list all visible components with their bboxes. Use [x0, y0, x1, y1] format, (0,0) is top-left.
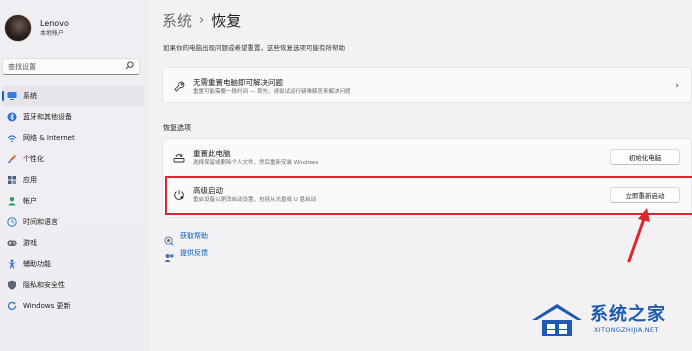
section-title-recovery-options: 恢复选项: [163, 124, 191, 132]
sidebar-item-time-language[interactable]: 时间和语言: [2, 212, 144, 232]
sidebar-item-accessibility[interactable]: 辅助功能: [2, 254, 144, 274]
annotation-arrow: [627, 208, 650, 263]
profile[interactable]: Lenovo 本地帐户: [4, 14, 69, 42]
person-icon: [7, 196, 17, 206]
globe-clock-icon: [7, 217, 17, 227]
sidebar-item-label: 蓝牙和其他设备: [23, 113, 72, 121]
update-icon: [7, 301, 17, 311]
troubleshoot-card[interactable]: 无需重置电脑即可解决问题 重置可能需要一段时间 — 首先，请尝试运行疑难解答来解…: [162, 67, 692, 103]
advanced-startup-title: 高级启动: [193, 186, 223, 195]
sidebar-item-personalization[interactable]: 个性化: [2, 149, 144, 169]
watermark: 系统之家 XITONGZHIJIA.NET: [528, 296, 692, 351]
reset-pc-icon: [173, 152, 185, 164]
profile-name: Lenovo: [40, 19, 69, 28]
watermark-url: XITONGZHIJIA.NET: [594, 326, 659, 334]
recovery-options-card: 重置此电脑 选择保留或删除个人文件，然后重新安装 Windows 初始化电脑 高…: [162, 138, 692, 218]
breadcrumb-parent[interactable]: 系统: [162, 10, 192, 31]
sidebar-item-gaming[interactable]: 游戏: [2, 233, 144, 253]
wrench-icon: [173, 81, 185, 93]
bluetooth-icon: [7, 112, 17, 122]
help-icon: [164, 231, 174, 245]
reset-pc-subtitle: 选择保留或删除个人文件，然后重新安装 Windows: [193, 159, 319, 166]
brush-icon: [7, 154, 17, 164]
advanced-startup-row: 高级启动 重启设备以更改启动设置，包括从光盘或 U 盘启动 立即重新启动: [163, 176, 691, 213]
sidebar-item-label: 游戏: [23, 239, 37, 247]
restart-now-button[interactable]: 立即重新启动: [610, 187, 680, 203]
watermark-logo-icon: [532, 304, 582, 336]
nav-list: 系统 蓝牙和其他设备 网络 & Internet 个性化 应用 帐户 时间和语言…: [2, 86, 144, 317]
sidebar-item-label: 应用: [23, 176, 37, 184]
sidebar-item-label: 隐私和安全性: [23, 281, 65, 289]
monitor-icon: [7, 91, 17, 101]
chevron-right-icon: ›: [675, 81, 679, 91]
reset-pc-text: 重置此电脑 选择保留或删除个人文件，然后重新安装 Windows: [193, 149, 318, 167]
advanced-startup-icon: [173, 189, 185, 201]
search-icon[interactable]: [125, 61, 134, 72]
reset-pc-title: 重置此电脑: [193, 148, 231, 158]
advanced-startup-text: 高级启动 重启设备以更改启动设置，包括从光盘或 U 盘启动: [193, 186, 316, 204]
troubleshoot-title: 无需重置电脑即可解决问题: [193, 77, 283, 87]
troubleshoot-text: 无需重置电脑即可解决问题 重置可能需要一段时间 — 首先，请尝试运行疑难解答来解…: [193, 78, 351, 96]
profile-account-type: 本地帐户: [40, 30, 65, 37]
sidebar-item-privacy[interactable]: 隐私和安全性: [2, 275, 144, 295]
sidebar-item-accounts[interactable]: 帐户: [2, 191, 144, 211]
search-placeholder: 查找设置: [8, 62, 36, 71]
sidebar-item-windows-update[interactable]: Windows 更新: [2, 296, 144, 316]
watermark-title: 系统之家: [590, 304, 666, 325]
avatar[interactable]: [4, 14, 32, 42]
accessibility-icon: [7, 259, 17, 269]
apps-icon: [7, 175, 17, 185]
troubleshoot-row[interactable]: 无需重置电脑即可解决问题 重置可能需要一段时间 — 首先，请尝试运行疑难解答来解…: [163, 68, 691, 105]
sidebar-item-label: 网络 & Internet: [23, 134, 75, 142]
get-help-label[interactable]: 获取帮助: [180, 231, 208, 241]
search-input[interactable]: 查找设置: [2, 58, 140, 75]
page-title: 恢复: [211, 12, 242, 30]
page-description: 如果你的电脑出现问题或希望重置，这些恢复选项可能有所帮助: [163, 44, 345, 52]
gamepad-icon: [7, 238, 17, 248]
sidebar: Lenovo 本地帐户 查找设置 系统 蓝牙和其他设备 网络 & Interne…: [0, 0, 150, 351]
sidebar-item-bluetooth[interactable]: 蓝牙和其他设备: [2, 107, 144, 127]
troubleshoot-subtitle: 重置可能需要一段时间 — 首先，请尝试运行疑难解答来解决问题: [193, 88, 351, 95]
feedback-link[interactable]: 提供反馈: [164, 244, 208, 262]
feedback-label[interactable]: 提供反馈: [180, 248, 208, 258]
sidebar-item-network[interactable]: 网络 & Internet: [2, 128, 144, 148]
sidebar-item-label: 个性化: [23, 155, 44, 163]
breadcrumb-separator: ›: [199, 13, 205, 28]
breadcrumb: 系统 › 恢复: [162, 10, 241, 31]
profile-text: Lenovo 本地帐户: [40, 18, 69, 38]
sidebar-item-label: 辅助功能: [23, 260, 51, 268]
shield-icon: [7, 280, 17, 290]
sidebar-item-label: 时间和语言: [23, 218, 58, 226]
advanced-startup-subtitle: 重启设备以更改启动设置，包括从光盘或 U 盘启动: [193, 197, 317, 203]
sidebar-item-label: 系统: [23, 92, 37, 100]
sidebar-item-label: Windows 更新: [23, 302, 71, 310]
get-help-link[interactable]: 获取帮助: [164, 227, 208, 245]
wifi-icon: [7, 133, 17, 143]
reset-pc-button[interactable]: 初始化电脑: [610, 149, 680, 165]
feedback-icon: [164, 248, 174, 262]
reset-pc-row: 重置此电脑 选择保留或删除个人文件，然后重新安装 Windows 初始化电脑: [163, 139, 691, 176]
sidebar-item-apps[interactable]: 应用: [2, 170, 144, 190]
sidebar-item-label: 帐户: [23, 197, 37, 205]
help-links: 获取帮助 提供反馈: [164, 227, 208, 262]
sidebar-item-system[interactable]: 系统: [2, 86, 144, 106]
